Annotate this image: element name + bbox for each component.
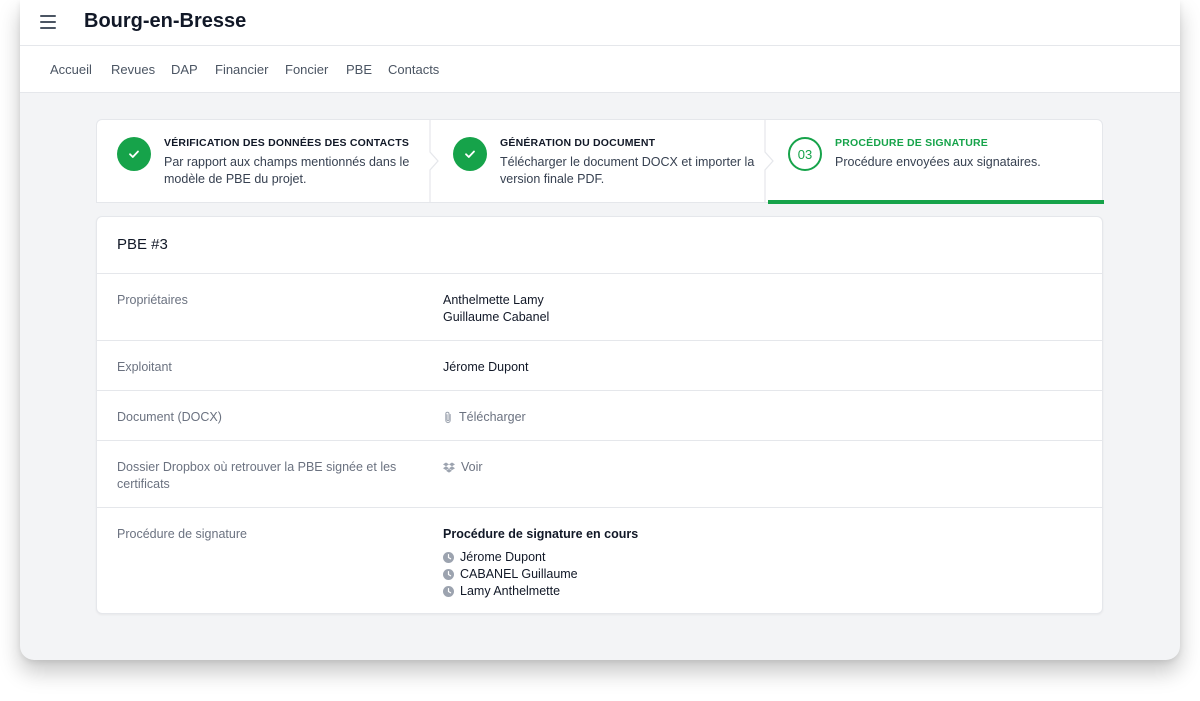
progress-steps: VÉRIFICATION DES DONNÉES DES CONTACTS Pa…	[96, 119, 1104, 204]
nav-item-accueil[interactable]: Accueil	[50, 62, 92, 77]
row-exploitant: Exploitant Jérome Dupont	[97, 340, 1102, 391]
app-window: Bourg-en-Bresse Accueil Revues DAP Finan…	[20, 0, 1180, 660]
dropbox-icon	[443, 462, 455, 473]
row-label: Exploitant	[117, 360, 172, 374]
active-step-indicator	[768, 200, 1104, 204]
card-title: PBE #3	[117, 236, 168, 253]
step-title: GÉNÉRATION DU DOCUMENT	[500, 137, 656, 149]
nav-item-contacts[interactable]: Contacts	[388, 62, 439, 77]
signer-item: CABANEL Guillaume	[443, 566, 638, 583]
page-title: Bourg-en-Bresse	[84, 10, 247, 32]
step-title: PROCÉDURE DE SIGNATURE	[835, 137, 988, 149]
row-value: Anthelmette Lamy Guillaume Cabanel	[443, 292, 549, 326]
row-value: Procédure de signature en cours Jérome D…	[443, 526, 638, 600]
signer-name: CABANEL Guillaume	[460, 567, 578, 581]
step-description: Par rapport aux champs mentionnés dans l…	[164, 155, 410, 186]
row-label: Procédure de signature	[117, 527, 247, 541]
top-bar: Bourg-en-Bresse	[20, 0, 1180, 46]
row-signature: Procédure de signature Procédure de sign…	[97, 507, 1102, 613]
step-signature-procedure[interactable]: 03 PROCÉDURE DE SIGNATURE Procédure envo…	[768, 120, 1104, 204]
owner-name: Guillaume Cabanel	[443, 310, 550, 324]
nav-item-financier[interactable]: Financier	[215, 62, 268, 77]
step-title: VÉRIFICATION DES DONNÉES DES CONTACTS	[164, 137, 410, 149]
signature-status: Procédure de signature en cours	[443, 527, 639, 541]
nav-item-revues[interactable]: Revues	[111, 62, 155, 77]
signer-item: Jérome Dupont	[443, 549, 638, 566]
row-document: Document (DOCX) Télécharger	[97, 390, 1102, 441]
signer-name: Jérome Dupont	[460, 550, 546, 564]
nav-item-dap[interactable]: DAP	[171, 62, 198, 77]
row-value: Jérome Dupont	[443, 360, 529, 374]
step-number: 03	[788, 137, 822, 171]
nav-item-foncier[interactable]: Foncier	[285, 62, 328, 77]
step-description: Télécharger le document DOCX et importer…	[500, 155, 755, 186]
owner-name: Anthelmette Lamy	[443, 293, 544, 307]
dropbox-link-label: Voir	[461, 460, 483, 474]
nav-item-pbe[interactable]: PBE	[346, 62, 372, 77]
clock-icon	[443, 552, 454, 563]
row-dropbox: Dossier Dropbox où retrouver la PBE sign…	[97, 440, 1102, 508]
clock-icon	[443, 569, 454, 580]
main-nav: Accueil Revues DAP Financier Foncier PBE…	[20, 46, 1180, 93]
step-document-generation[interactable]: GÉNÉRATION DU DOCUMENT Télécharger le do…	[433, 120, 768, 202]
paperclip-icon	[445, 411, 451, 424]
signer-name: Lamy Anthelmette	[460, 584, 561, 598]
row-label: Propriétaires	[117, 293, 188, 307]
step-contacts-verification[interactable]: VÉRIFICATION DES DONNÉES DES CONTACTS Pa…	[97, 120, 433, 202]
row-proprietaires: Propriétaires Anthelmette Lamy Guillaume…	[97, 273, 1102, 341]
step-description: Procédure envoyées aux signataires.	[835, 155, 1041, 169]
row-label: Document (DOCX)	[117, 410, 222, 424]
menu-icon[interactable]	[40, 15, 56, 29]
clock-icon	[443, 586, 454, 597]
pbe-details-card: PBE #3 Propriétaires Anthelmette Lamy Gu…	[96, 216, 1103, 614]
row-label: Dossier Dropbox où retrouver la PBE sign…	[117, 460, 397, 491]
check-icon	[453, 137, 487, 171]
download-link-label: Télécharger	[459, 410, 526, 424]
signer-item: Lamy Anthelmette	[443, 583, 638, 600]
dropbox-link[interactable]: Voir	[443, 459, 483, 476]
download-link[interactable]: Télécharger	[443, 409, 526, 426]
check-icon	[117, 137, 151, 171]
